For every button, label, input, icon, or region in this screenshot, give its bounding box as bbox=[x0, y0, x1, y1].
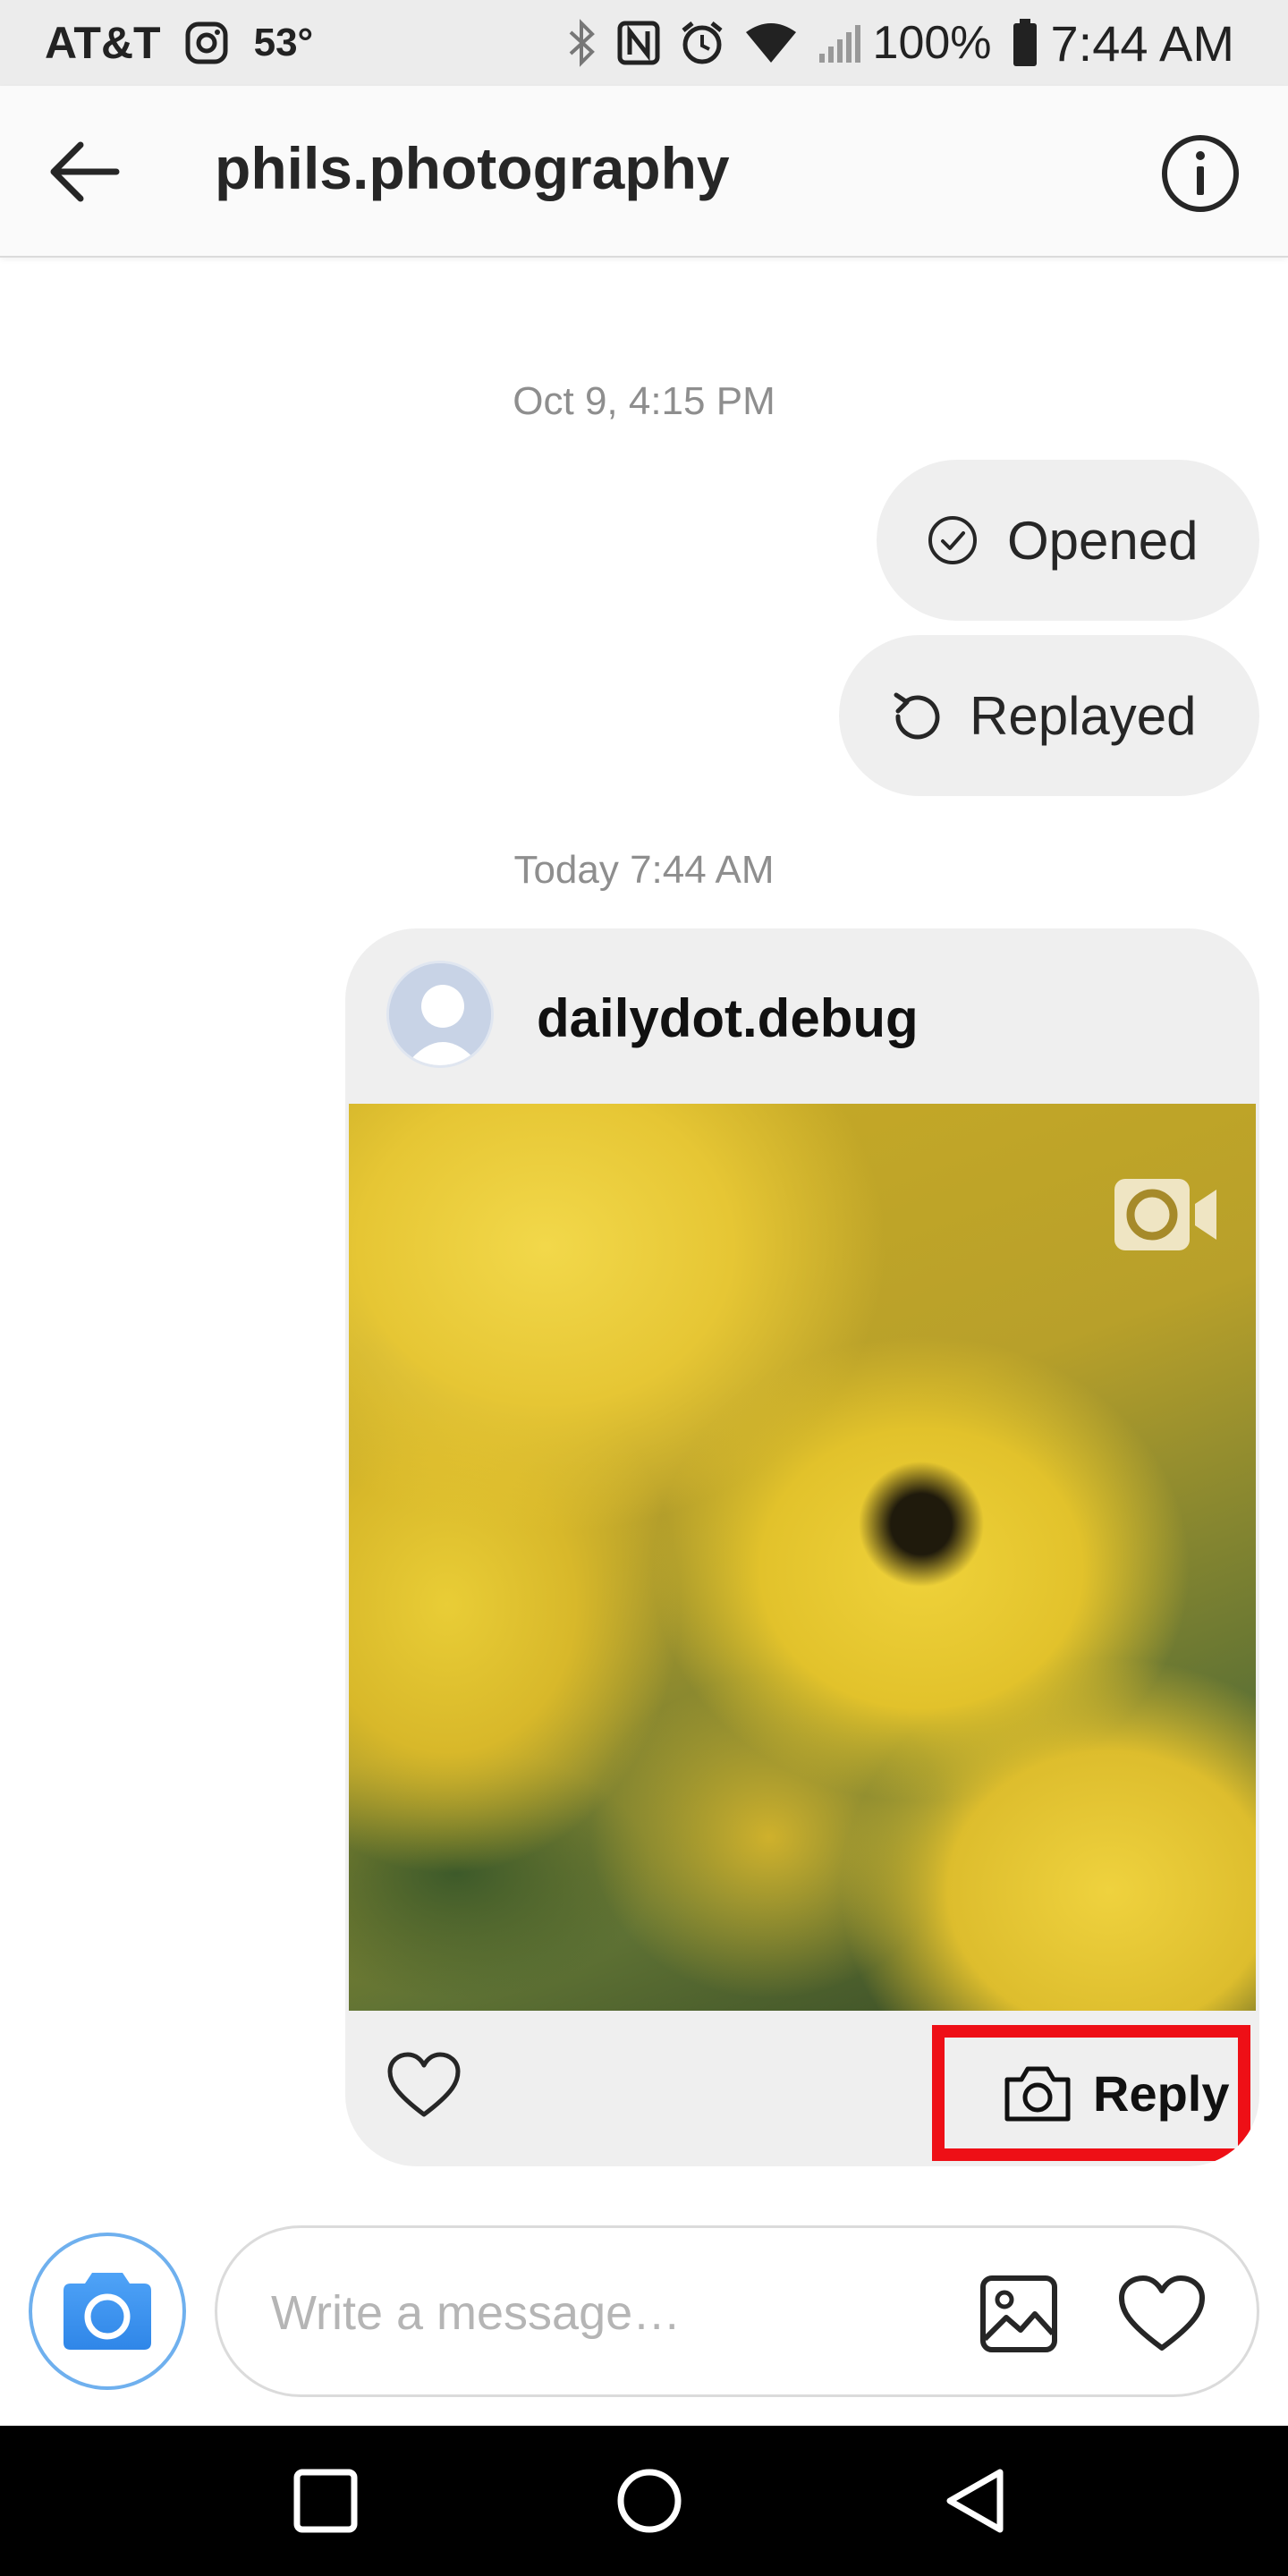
message-timestamp: Today 7:44 AM bbox=[513, 848, 775, 892]
replay-icon bbox=[889, 690, 941, 741]
bluetooth-icon bbox=[567, 18, 597, 68]
temperature-label: 53° bbox=[253, 21, 314, 64]
heart-icon[interactable] bbox=[1117, 2275, 1207, 2353]
story-footer: Reply bbox=[345, 2011, 1259, 2166]
opened-status-bubble: Opened bbox=[877, 460, 1259, 621]
story-media-preview[interactable] bbox=[349, 1104, 1256, 2011]
clock: 7:44 AM bbox=[1050, 14, 1234, 72]
message-timestamp: Oct 9, 4:15 PM bbox=[513, 379, 775, 423]
message-input[interactable] bbox=[271, 2273, 897, 2353]
story-header: dailydot.debug bbox=[345, 928, 1259, 1104]
story-reply-card[interactable]: dailydot.debug Reply bbox=[345, 928, 1259, 2166]
back-arrow-icon[interactable] bbox=[48, 140, 120, 204]
system-nav-bar bbox=[0, 2426, 1288, 2576]
nfc-icon bbox=[617, 21, 660, 65]
status-right: 100% 7:44 AM bbox=[547, 14, 1234, 72]
camera-button[interactable] bbox=[29, 2233, 186, 2390]
nav-back-icon[interactable] bbox=[939, 2465, 1011, 2537]
battery-percent: 100% bbox=[872, 17, 992, 69]
wifi-icon bbox=[744, 21, 798, 64]
battery-icon bbox=[1012, 18, 1038, 68]
reply-button[interactable]: Reply bbox=[932, 2025, 1250, 2161]
status-bar: AT&T 53° 100% 7:44 AM bbox=[0, 0, 1288, 86]
reply-label: Reply bbox=[1093, 2064, 1230, 2122]
check-circle-icon bbox=[927, 514, 979, 566]
instagram-icon bbox=[184, 21, 229, 65]
status-left: AT&T 53° bbox=[45, 16, 313, 70]
info-icon[interactable] bbox=[1159, 132, 1241, 215]
camera-icon bbox=[1002, 2063, 1073, 2123]
chat-header: phils.photography bbox=[0, 86, 1288, 258]
replayed-status-bubble: Replayed bbox=[839, 635, 1259, 796]
opened-label: Opened bbox=[1007, 510, 1199, 571]
heart-icon[interactable] bbox=[386, 2052, 462, 2120]
video-camera-icon bbox=[1113, 1177, 1220, 1252]
recent-apps-icon[interactable] bbox=[290, 2465, 361, 2537]
carrier-label: AT&T bbox=[45, 18, 161, 68]
alarm-icon bbox=[680, 20, 724, 66]
story-username[interactable]: dailydot.debug bbox=[537, 987, 919, 1049]
home-icon[interactable] bbox=[614, 2465, 685, 2537]
avatar[interactable] bbox=[386, 961, 494, 1068]
message-composer bbox=[215, 2225, 1259, 2397]
conversation-title[interactable]: phils.photography bbox=[215, 134, 730, 202]
signal-icon bbox=[818, 21, 864, 64]
replayed-label: Replayed bbox=[970, 685, 1197, 746]
camera-icon bbox=[41, 2245, 174, 2377]
gallery-icon[interactable] bbox=[979, 2275, 1058, 2353]
